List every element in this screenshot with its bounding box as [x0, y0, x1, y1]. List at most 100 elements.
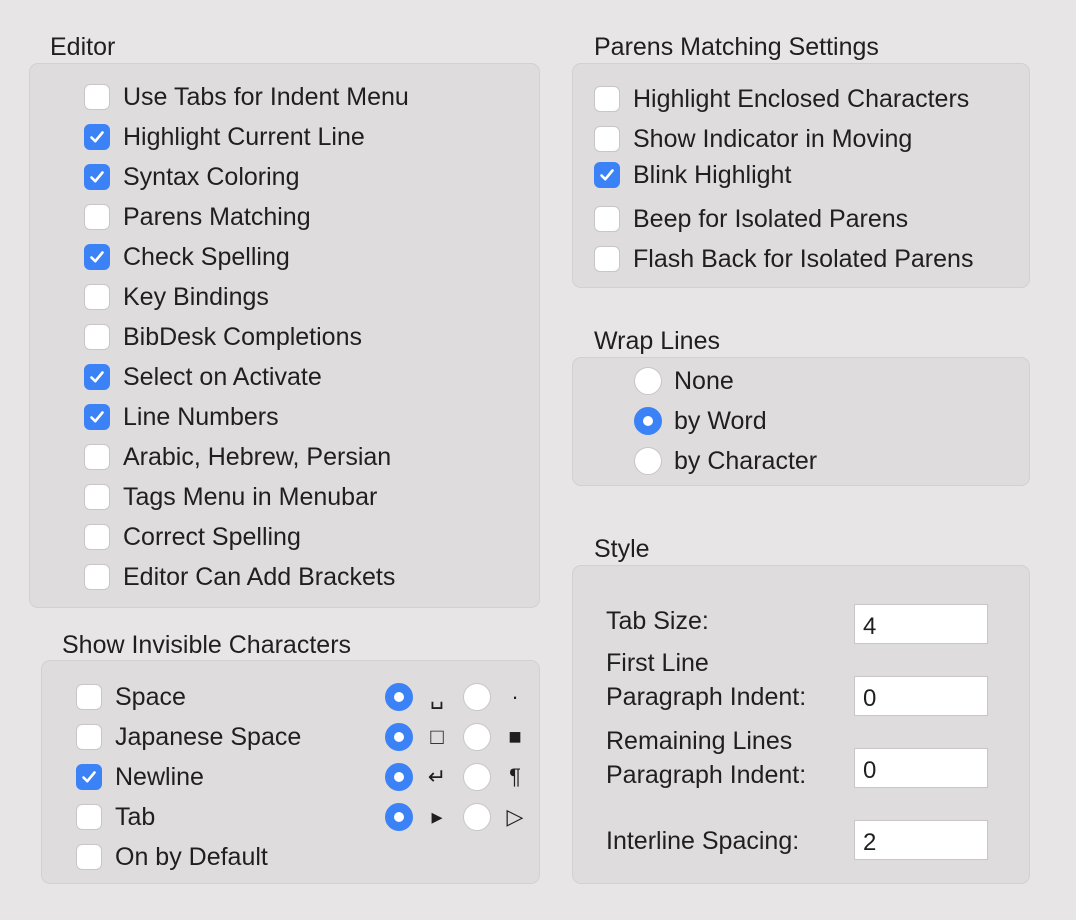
radio-label: by Word — [674, 407, 767, 435]
checkbox-label: Arabic, Hebrew, Persian — [123, 443, 392, 471]
checkbox-box[interactable] — [84, 564, 110, 590]
parens-title: Parens Matching Settings — [594, 33, 879, 61]
style-title: Style — [594, 535, 650, 563]
first-line-indent-label: Paragraph Indent: — [606, 683, 807, 711]
radio-button[interactable] — [634, 407, 662, 435]
checkbox-tags-menu-in-menubar[interactable]: Tags Menu in Menubar — [84, 480, 377, 514]
checkbox-newline[interactable]: Newline — [76, 760, 204, 794]
checkbox-parens-matching[interactable]: Parens Matching — [84, 200, 311, 234]
checkmark-icon[interactable] — [76, 764, 102, 790]
checkbox-label: Blink Highlight — [633, 161, 792, 189]
radio-symbol-a[interactable] — [385, 803, 413, 831]
checkbox-box[interactable] — [84, 84, 110, 110]
checkbox-box[interactable] — [76, 724, 102, 750]
checkbox-box[interactable] — [84, 324, 110, 350]
checkmark-icon[interactable] — [84, 404, 110, 430]
radio-wrap-by-character[interactable]: by Character — [634, 444, 817, 478]
checkbox-label: Parens Matching — [123, 203, 311, 231]
checkbox-arabic-hebrew-persian[interactable]: Arabic, Hebrew, Persian — [84, 440, 391, 474]
radio-button[interactable] — [634, 367, 662, 395]
checkbox-key-bindings[interactable]: Key Bindings — [84, 280, 269, 314]
checkbox-label: Use Tabs for Indent Menu — [123, 83, 409, 111]
checkbox-label: Flash Back for Isolated Parens — [633, 245, 974, 273]
checkbox-flash-back-for-isolated-parens[interactable]: Flash Back for Isolated Parens — [594, 242, 973, 276]
radio-symbol-a[interactable] — [385, 683, 413, 711]
radio-symbol-b[interactable] — [463, 763, 491, 791]
symbol-a-icon: ␣ — [430, 684, 444, 709]
checkmark-icon[interactable] — [84, 364, 110, 390]
remaining-indent-label: Paragraph Indent: — [606, 761, 807, 789]
checkmark-icon[interactable] — [594, 162, 620, 188]
checkbox-box[interactable] — [76, 684, 102, 710]
checkbox-check-spelling[interactable]: Check Spelling — [84, 240, 290, 274]
symbol-choice-tab: ▸ ▷ — [385, 800, 525, 834]
checkbox-box[interactable] — [84, 524, 110, 550]
checkbox-blink-highlight[interactable]: Blink Highlight — [594, 158, 791, 192]
checkbox-beep-for-isolated-parens[interactable]: Beep for Isolated Parens — [594, 202, 908, 236]
checkbox-label: Editor Can Add Brackets — [123, 563, 396, 591]
checkbox-box[interactable] — [76, 804, 102, 830]
checkmark-icon[interactable] — [84, 164, 110, 190]
checkbox-label: Highlight Enclosed Characters — [633, 85, 970, 113]
checkbox-label: Tab — [115, 803, 156, 831]
radio-symbol-b[interactable] — [463, 683, 491, 711]
radio-symbol-a[interactable] — [385, 723, 413, 751]
checkbox-label: Beep for Isolated Parens — [633, 205, 909, 233]
first-line-indent-field[interactable]: 0 — [854, 676, 988, 716]
symbol-a-icon: □ — [430, 724, 444, 749]
checkbox-bibdesk-completions[interactable]: BibDesk Completions — [84, 320, 362, 354]
checkbox-label: Check Spelling — [123, 243, 290, 271]
symbol-b-icon: ■ — [508, 724, 522, 749]
checkbox-line-numbers[interactable]: Line Numbers — [84, 400, 279, 434]
checkbox-label: Select on Activate — [123, 363, 322, 391]
tab-size-field[interactable]: 4 — [854, 604, 988, 644]
checkbox-space[interactable]: Space — [76, 680, 186, 714]
radio-symbol-b[interactable] — [463, 723, 491, 751]
checkbox-editor-can-add-brackets[interactable]: Editor Can Add Brackets — [84, 560, 395, 594]
checkbox-select-on-activate[interactable]: Select on Activate — [84, 360, 322, 394]
radio-label: by Character — [674, 447, 818, 475]
tab-size-label: Tab Size: — [606, 607, 709, 635]
checkbox-box[interactable] — [84, 484, 110, 510]
checkbox-label: Space — [115, 683, 186, 711]
symbol-a-icon: ▸ — [431, 804, 443, 829]
checkbox-box[interactable] — [594, 206, 620, 232]
checkbox-show-indicator-in-moving[interactable]: Show Indicator in Moving — [594, 122, 912, 156]
radio-wrap-none[interactable]: None — [634, 364, 734, 398]
checkbox-label: Syntax Coloring — [123, 163, 300, 191]
checkbox-box[interactable] — [594, 86, 620, 112]
checkbox-box[interactable] — [594, 246, 620, 272]
checkbox-box[interactable] — [84, 444, 110, 470]
checkbox-box[interactable] — [84, 284, 110, 310]
editor-title: Editor — [50, 33, 116, 61]
checkbox-label: Highlight Current Line — [123, 123, 365, 151]
checkbox-highlight-enclosed-characters[interactable]: Highlight Enclosed Characters — [594, 82, 969, 116]
radio-symbol-b[interactable] — [463, 803, 491, 831]
checkbox-use-tabs-for-indent-menu[interactable]: Use Tabs for Indent Menu — [84, 80, 409, 114]
symbol-b-icon: ▷ — [506, 804, 524, 829]
checkbox-box[interactable] — [84, 204, 110, 230]
radio-wrap-by-word[interactable]: by Word — [634, 404, 767, 438]
checkbox-tab[interactable]: Tab — [76, 800, 155, 834]
checkbox-highlight-current-line[interactable]: Highlight Current Line — [84, 120, 365, 154]
checkbox-box[interactable] — [594, 126, 620, 152]
checkbox-correct-spelling[interactable]: Correct Spelling — [84, 520, 301, 554]
checkbox-label: Line Numbers — [123, 403, 279, 431]
checkbox-syntax-coloring[interactable]: Syntax Coloring — [84, 160, 299, 194]
checkbox-on-by-default[interactable]: On by Default — [76, 840, 268, 874]
radio-button[interactable] — [634, 447, 662, 475]
symbol-choice-newline: ↵ ¶ — [385, 760, 525, 794]
checkmark-icon[interactable] — [84, 244, 110, 270]
checkbox-japanese-space[interactable]: Japanese Space — [76, 720, 301, 754]
checkmark-icon[interactable] — [84, 124, 110, 150]
symbol-b-icon: · — [511, 684, 519, 709]
first-line-label: First Line — [606, 649, 709, 677]
checkbox-box[interactable] — [76, 844, 102, 870]
remaining-indent-field[interactable]: 0 — [854, 748, 988, 788]
radio-symbol-a[interactable] — [385, 763, 413, 791]
symbol-b-icon: ¶ — [509, 764, 521, 789]
checkbox-label: Key Bindings — [123, 283, 269, 311]
wrap-title: Wrap Lines — [594, 327, 720, 355]
checkbox-label: On by Default — [115, 843, 268, 871]
interline-spacing-field[interactable]: 2 — [854, 820, 988, 860]
